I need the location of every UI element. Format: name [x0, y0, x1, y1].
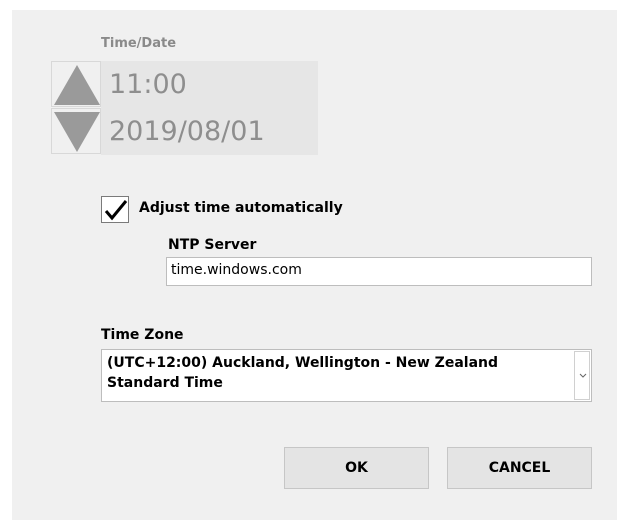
checkmark-icon: [104, 200, 128, 221]
cancel-button[interactable]: CANCEL: [447, 447, 592, 489]
triangle-down-icon: [54, 112, 100, 152]
time-spinner: [51, 61, 101, 155]
time-value: 11:00: [109, 69, 187, 100]
time-date-label: Time/Date: [101, 36, 177, 51]
chevron-down-icon: [579, 373, 587, 378]
time-zone-label: Time Zone: [101, 327, 184, 343]
datetime-display[interactable]: 11:00 2019/08/01: [101, 61, 318, 155]
time-settings-dialog: Time/Date 11:00 2019/08/01 Adjust time a…: [12, 10, 617, 520]
adjust-time-checkbox[interactable]: [101, 196, 129, 223]
time-zone-dropdown-button[interactable]: [574, 351, 590, 400]
time-zone-value: (UTC+12:00) Auckland, Wellington - New Z…: [107, 355, 499, 391]
increment-button[interactable]: [51, 61, 101, 107]
triangle-up-icon: [54, 65, 100, 105]
decrement-button[interactable]: [51, 108, 101, 154]
date-value: 2019/08/01: [109, 116, 265, 147]
ntp-server-input[interactable]: time.windows.com: [166, 257, 592, 286]
adjust-time-label[interactable]: Adjust time automatically: [139, 200, 343, 216]
ok-button[interactable]: OK: [284, 447, 429, 489]
ntp-server-label: NTP Server: [168, 237, 257, 253]
time-zone-select[interactable]: (UTC+12:00) Auckland, Wellington - New Z…: [101, 349, 592, 402]
